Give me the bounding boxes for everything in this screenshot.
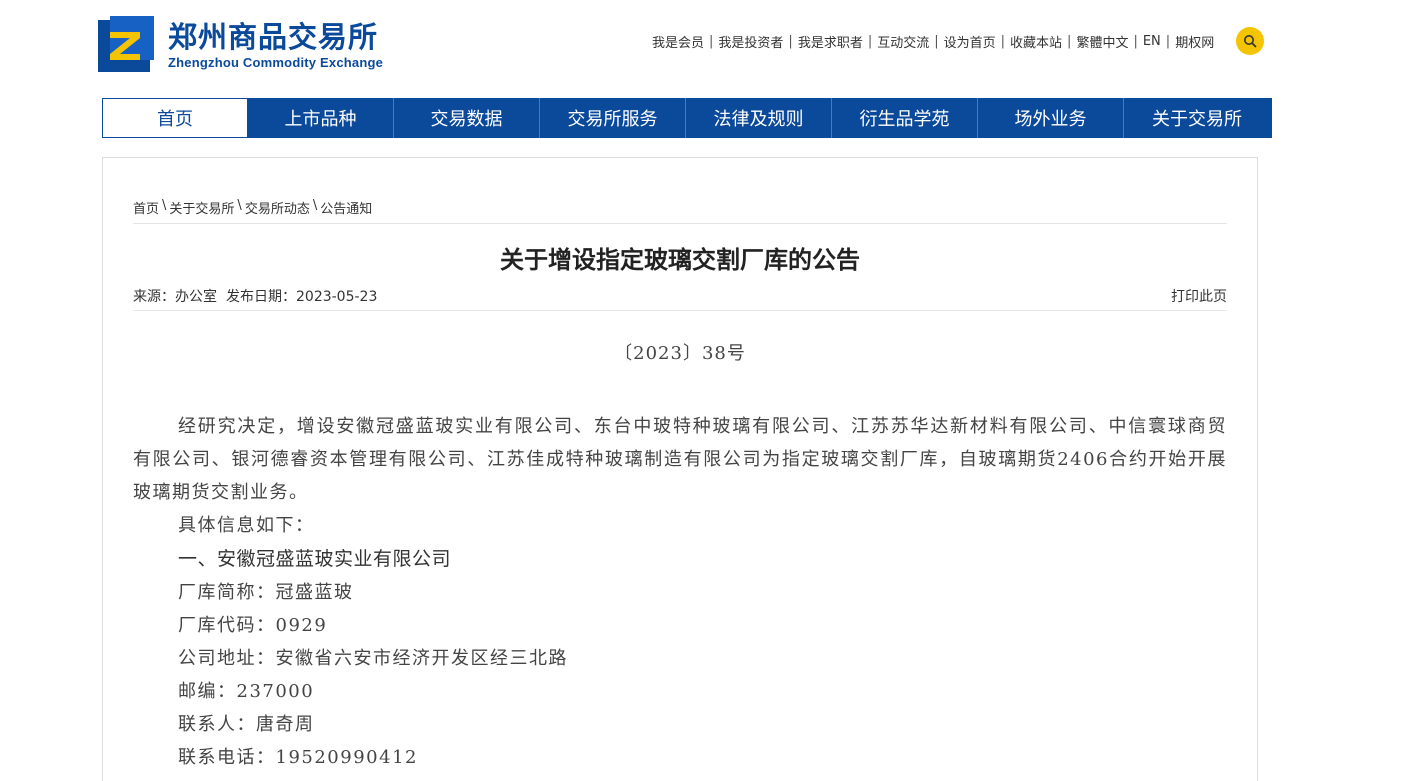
document-number: 〔2023〕38号 bbox=[614, 343, 746, 364]
divider bbox=[133, 223, 1227, 224]
contact-phone: 联系电话：19520990412 bbox=[178, 747, 418, 768]
article-panel: 首页 \ 关于交易所 \ 交易所动态 \ 公告通知 关于增设指定玻璃交割厂库的公… bbox=[102, 157, 1258, 781]
search-button[interactable] bbox=[1236, 27, 1264, 55]
logo-title-en: Zhengzhou Commodity Exchange bbox=[168, 54, 384, 70]
logo-mark-icon bbox=[96, 16, 154, 74]
breadcrumb-notices[interactable]: 公告通知 bbox=[320, 198, 372, 217]
link-member[interactable]: 我是会员 bbox=[652, 32, 704, 51]
article-paragraph: 经研究决定，增设安徽冠盛蓝玻实业有限公司、东台中玻特种玻璃有限公司、江苏苏华达新… bbox=[133, 416, 1227, 503]
breadcrumb-news[interactable]: 交易所动态 bbox=[245, 198, 310, 217]
link-english[interactable]: EN bbox=[1143, 34, 1161, 49]
nav-home[interactable]: 首页 bbox=[102, 98, 248, 138]
main-nav: 首页 上市品种 交易数据 交易所服务 法律及规则 衍生品学苑 场外业务 关于交易… bbox=[102, 98, 1272, 138]
search-icon bbox=[1244, 35, 1257, 48]
nav-exchange-services[interactable]: 交易所服务 bbox=[540, 98, 686, 138]
breadcrumb: 首页 \ 关于交易所 \ 交易所动态 \ 公告通知 bbox=[133, 198, 373, 217]
contact-person: 联系人：唐奇周 bbox=[178, 714, 315, 735]
print-page-link[interactable]: 打印此页 bbox=[1171, 286, 1227, 306]
postal-code: 邮编：237000 bbox=[178, 681, 315, 702]
nav-laws-rules[interactable]: 法律及规则 bbox=[686, 98, 832, 138]
nav-listed-products[interactable]: 上市品种 bbox=[248, 98, 394, 138]
warehouse-short-name: 厂库简称：冠盛蓝玻 bbox=[178, 582, 354, 603]
section-title: 一、安徽冠盛蓝玻实业有限公司 bbox=[178, 548, 452, 570]
link-investor[interactable]: 我是投资者 bbox=[718, 32, 783, 51]
breadcrumb-about[interactable]: 关于交易所 bbox=[169, 198, 234, 217]
link-bookmark[interactable]: 收藏本站 bbox=[1010, 32, 1062, 51]
nav-about-exchange[interactable]: 关于交易所 bbox=[1124, 98, 1270, 138]
link-traditional-chinese[interactable]: 繁體中文 bbox=[1076, 32, 1128, 51]
site-logo[interactable]: 郑州商品交易所 Zhengzhou Commodity Exchange bbox=[96, 14, 396, 76]
article-title: 关于增设指定玻璃交割厂库的公告 bbox=[500, 246, 860, 274]
logo-title-cn: 郑州商品交易所 bbox=[168, 19, 379, 54]
link-interaction[interactable]: 互动交流 bbox=[877, 32, 929, 51]
article-date: 发布日期：2023-05-23 bbox=[226, 289, 378, 305]
nav-otc-business[interactable]: 场外业务 bbox=[978, 98, 1124, 138]
company-address: 公司地址：安徽省六安市经济开发区经三北路 bbox=[178, 648, 568, 669]
article-source: 来源：办公室 bbox=[133, 289, 217, 305]
link-options-site[interactable]: 期权网 bbox=[1175, 32, 1214, 51]
link-set-homepage[interactable]: 设为首页 bbox=[944, 32, 996, 51]
warehouse-code: 厂库代码：0929 bbox=[178, 615, 328, 636]
divider bbox=[133, 310, 1227, 311]
nav-trading-data[interactable]: 交易数据 bbox=[394, 98, 540, 138]
article-meta: 来源：办公室 发布日期：2023-05-23 bbox=[133, 286, 377, 306]
breadcrumb-home[interactable]: 首页 bbox=[133, 198, 159, 217]
article-body: 经研究决定，增设安徽冠盛蓝玻实业有限公司、东台中玻特种玻璃有限公司、江苏苏华达新… bbox=[133, 410, 1227, 509]
intro-text: 具体信息如下： bbox=[178, 515, 315, 536]
link-jobseeker[interactable]: 我是求职者 bbox=[798, 32, 863, 51]
top-links: 我是会员 | 我是投资者 | 我是求职者 | 互动交流 | 设为首页 | 收藏本… bbox=[652, 32, 1215, 51]
nav-derivatives-academy[interactable]: 衍生品学苑 bbox=[832, 98, 978, 138]
